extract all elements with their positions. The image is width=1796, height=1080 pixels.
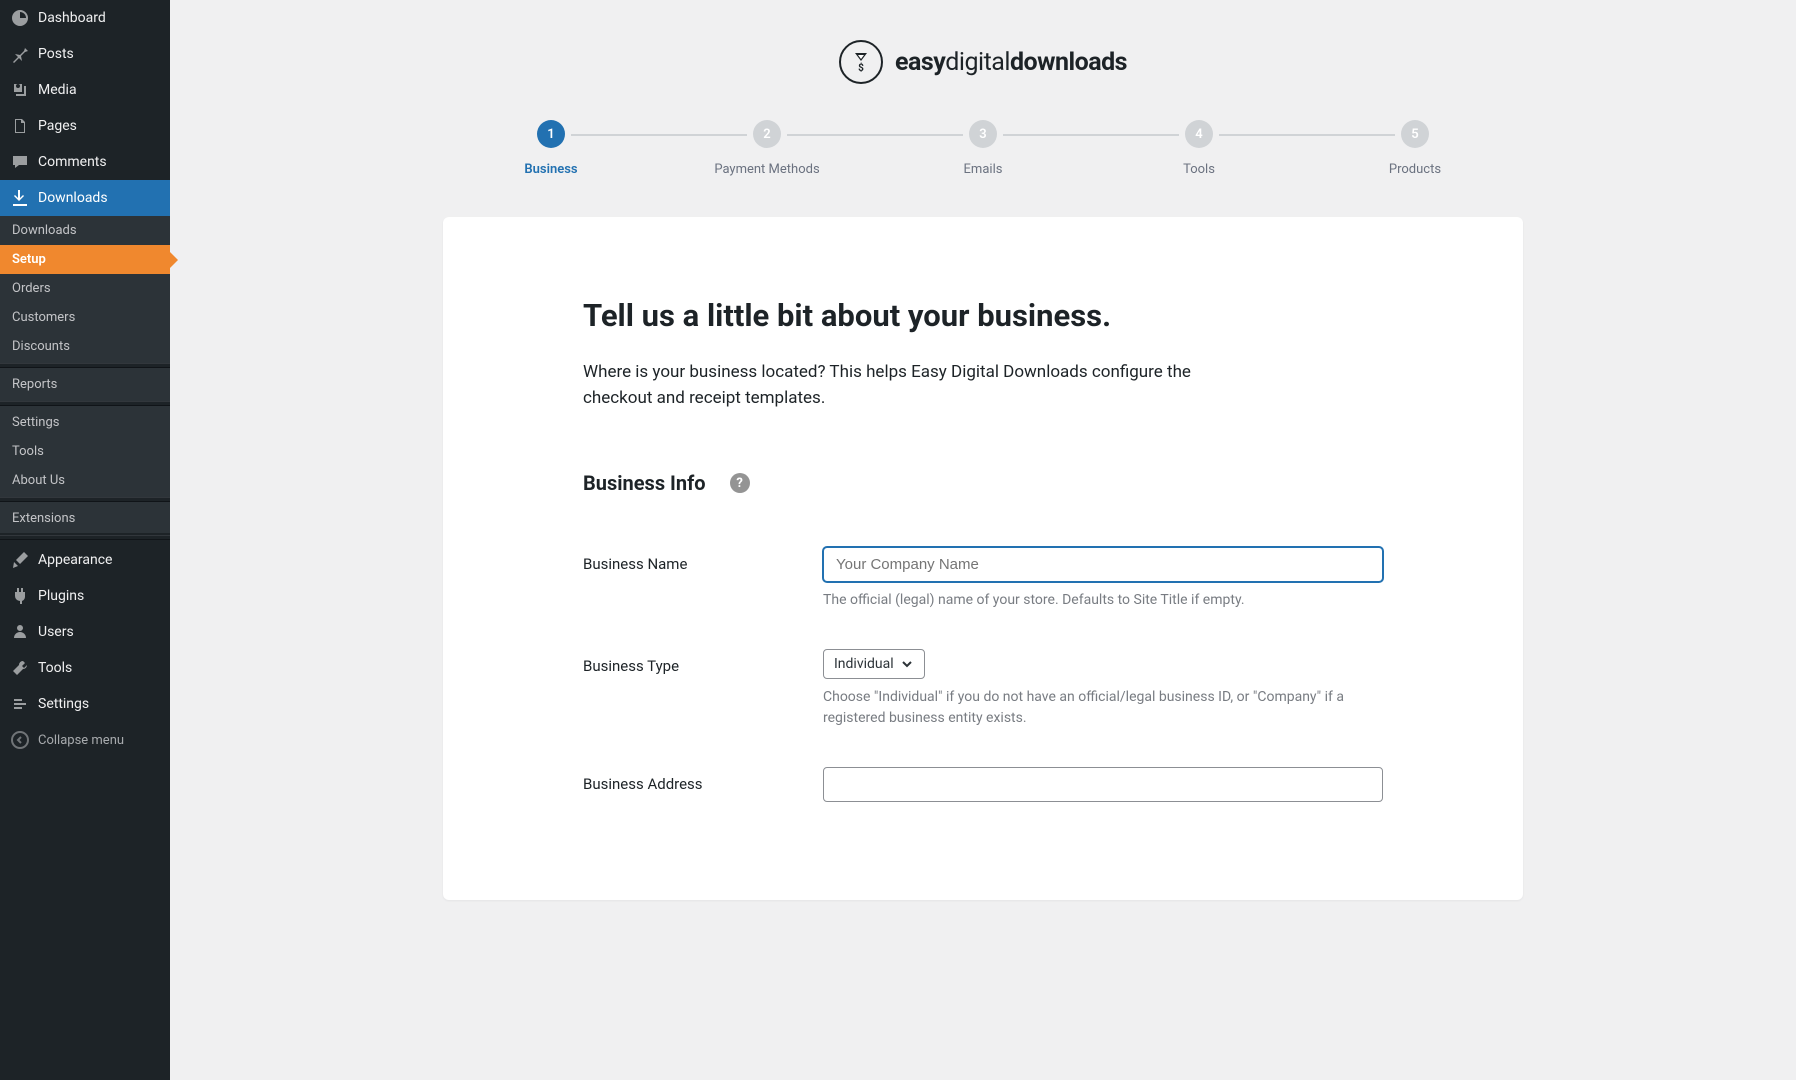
logo-part2: digital: [945, 48, 1010, 77]
sidebar-label: Posts: [38, 46, 74, 62]
pages-icon: [10, 116, 30, 136]
step-number: 1: [537, 120, 565, 148]
svg-text:$: $: [858, 61, 864, 74]
edd-logo-text: easydigitaldownloads: [895, 48, 1127, 77]
page-description: Where is your business located? This hel…: [583, 360, 1263, 411]
step-business[interactable]: 1 Business: [443, 120, 659, 177]
business-address-input[interactable]: [823, 767, 1383, 802]
sidebar-label: Comments: [38, 154, 107, 170]
step-label: Tools: [1183, 162, 1215, 177]
sidebar-item-posts[interactable]: Posts: [0, 36, 170, 72]
sidebar-label: Users: [38, 624, 74, 640]
business-address-label: Business Address: [583, 767, 823, 793]
user-icon: [10, 622, 30, 642]
sidebar-subitem-about[interactable]: About Us: [0, 466, 170, 495]
sidebar-item-media[interactable]: Media: [0, 72, 170, 108]
step-connector: [1219, 134, 1395, 136]
sidebar-subitem-tools[interactable]: Tools: [0, 437, 170, 466]
admin-sidebar: Dashboard Posts Media Pages Comments: [0, 0, 170, 1080]
comments-icon: [10, 152, 30, 172]
sidebar-separator: [0, 401, 170, 406]
sidebar-separator: [0, 363, 170, 368]
download-icon: [10, 188, 30, 208]
sidebar-separator: [0, 535, 170, 540]
step-tools[interactable]: 4 Tools: [1091, 120, 1307, 177]
setup-card: Tell us a little bit about your business…: [443, 217, 1523, 900]
sidebar-item-pages[interactable]: Pages: [0, 108, 170, 144]
sidebar-collapse[interactable]: Collapse menu: [0, 722, 170, 758]
step-number: 4: [1185, 120, 1213, 148]
sidebar-label: Dashboard: [38, 10, 106, 26]
sidebar-subitem-settings[interactable]: Settings: [0, 408, 170, 437]
business-type-select[interactable]: Individual: [823, 649, 925, 679]
sidebar-submenu-downloads: Downloads Setup Orders Customers Discoun…: [0, 216, 170, 533]
step-label: Products: [1389, 162, 1441, 177]
sidebar-separator: [0, 497, 170, 502]
step-number: 5: [1401, 120, 1429, 148]
logo-part3: downloads: [1010, 48, 1127, 77]
sidebar-label: Pages: [38, 118, 77, 134]
sidebar-subitem-discounts[interactable]: Discounts: [0, 332, 170, 361]
sidebar-item-dashboard[interactable]: Dashboard: [0, 0, 170, 36]
step-connector: [571, 134, 747, 136]
sidebar-item-tools[interactable]: Tools: [0, 650, 170, 686]
step-payment-methods[interactable]: 2 Payment Methods: [659, 120, 875, 177]
business-type-helper: Choose "Individual" if you do not have a…: [823, 687, 1383, 729]
collapse-icon: [10, 730, 30, 750]
setup-stepper: 1 Business 2 Payment Methods 3 Emails 4 …: [443, 120, 1523, 177]
wrench-icon: [10, 658, 30, 678]
edd-logo-icon: $: [839, 40, 883, 84]
settings-icon: [10, 694, 30, 714]
sidebar-label: Settings: [38, 696, 89, 712]
page-title: Tell us a little bit about your business…: [583, 297, 1383, 334]
sidebar-item-settings[interactable]: Settings: [0, 686, 170, 722]
step-emails[interactable]: 3 Emails: [875, 120, 1091, 177]
dashboard-icon: [10, 8, 30, 28]
sidebar-label: Plugins: [38, 588, 84, 604]
sidebar-subitem-extensions[interactable]: Extensions: [0, 504, 170, 533]
logo-part1: easy: [895, 48, 945, 77]
sidebar-item-users[interactable]: Users: [0, 614, 170, 650]
sidebar-label: Media: [38, 82, 77, 98]
sidebar-label: Downloads: [38, 190, 108, 206]
step-number: 3: [969, 120, 997, 148]
step-label: Emails: [964, 162, 1003, 177]
sidebar-label: Appearance: [38, 552, 112, 568]
main-content: $ easydigitaldownloads 1 Business 2 Paym…: [170, 0, 1796, 1080]
plugin-icon: [10, 586, 30, 606]
sidebar-item-comments[interactable]: Comments: [0, 144, 170, 180]
sidebar-subitem-reports[interactable]: Reports: [0, 370, 170, 399]
sidebar-label: Tools: [38, 660, 72, 676]
step-label: Payment Methods: [714, 162, 819, 177]
sidebar-subitem-customers[interactable]: Customers: [0, 303, 170, 332]
step-label: Business: [524, 162, 577, 177]
sidebar-item-plugins[interactable]: Plugins: [0, 578, 170, 614]
sidebar-label: Collapse menu: [38, 733, 124, 748]
sidebar-item-appearance[interactable]: Appearance: [0, 542, 170, 578]
business-type-label: Business Type: [583, 649, 823, 675]
step-products[interactable]: 5 Products: [1307, 120, 1523, 177]
business-name-helper: The official (legal) name of your store.…: [823, 590, 1383, 611]
step-connector: [787, 134, 963, 136]
help-icon[interactable]: ?: [730, 473, 750, 493]
business-name-label: Business Name: [583, 547, 823, 573]
brush-icon: [10, 550, 30, 570]
business-name-input[interactable]: [823, 547, 1383, 582]
step-number: 2: [753, 120, 781, 148]
field-business-name: Business Name The official (legal) name …: [583, 547, 1383, 611]
business-type-value: Individual: [834, 656, 894, 672]
media-icon: [10, 80, 30, 100]
sidebar-item-downloads[interactable]: Downloads: [0, 180, 170, 216]
step-connector: [1003, 134, 1179, 136]
chevron-down-icon: [900, 657, 914, 671]
section-title: Business Info: [583, 471, 706, 495]
sidebar-subitem-downloads[interactable]: Downloads: [0, 216, 170, 245]
sidebar-subitem-orders[interactable]: Orders: [0, 274, 170, 303]
pin-icon: [10, 44, 30, 64]
field-business-address: Business Address: [583, 767, 1383, 802]
edd-logo: $ easydigitaldownloads: [839, 40, 1127, 84]
sidebar-subitem-setup[interactable]: Setup: [0, 245, 170, 274]
field-business-type: Business Type Individual Choose "Individ…: [583, 649, 1383, 729]
